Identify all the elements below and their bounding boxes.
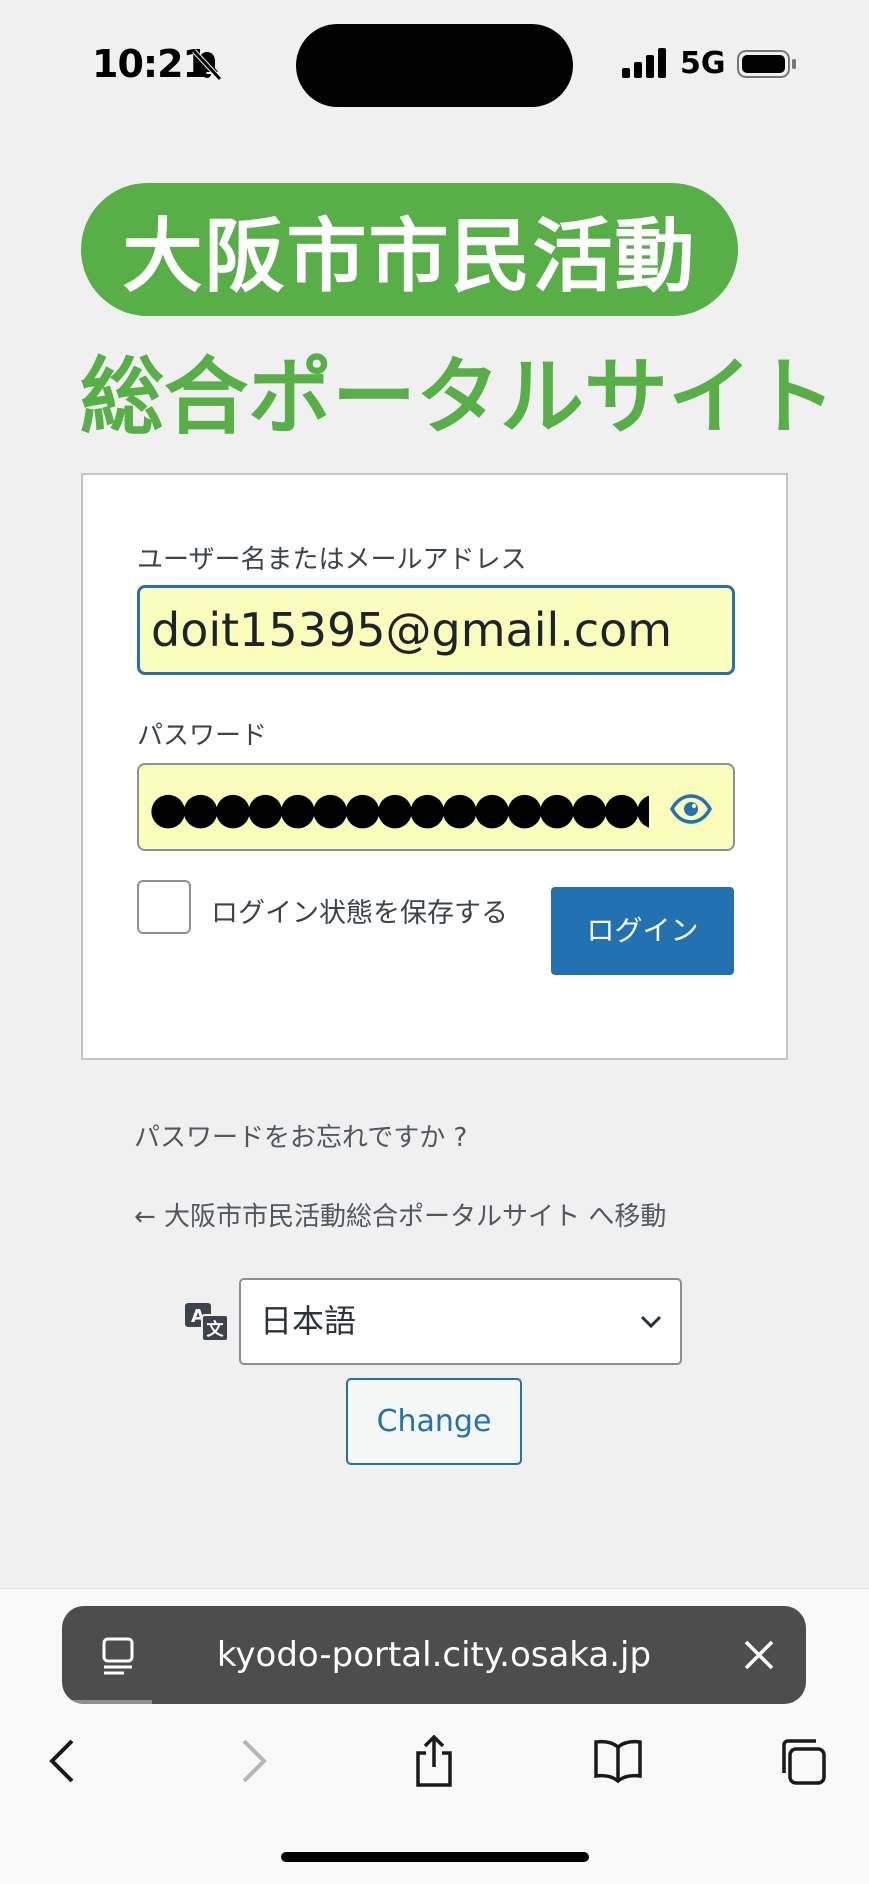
bookmarks-icon[interactable] — [592, 1735, 644, 1787]
username-label: ユーザー名またはメールアドレス — [137, 545, 527, 575]
lost-password-link[interactable]: パスワードをお忘れですか ? — [134, 1117, 467, 1154]
browser-toolbar: kyodo-portal.city.osaka.jp — [0, 1588, 869, 1884]
logo-subtitle: 総合ポータルサイト — [80, 348, 837, 446]
svg-text:文: 文 — [207, 1319, 225, 1340]
network-type: 5G — [680, 46, 726, 81]
language-select[interactable]: 日本語 — [239, 1278, 682, 1365]
language-selected: 日本語 — [260, 1302, 357, 1340]
close-icon[interactable] — [742, 1638, 776, 1672]
change-language-button[interactable]: Change — [346, 1378, 522, 1465]
login-button[interactable]: ログイン — [551, 887, 734, 975]
battery-icon — [737, 50, 796, 78]
url-text: kyodo-portal.city.osaka.jp — [216, 1635, 652, 1675]
login-form: ユーザー名またはメールアドレス doit15395@gmail.com パスワー… — [81, 473, 788, 1060]
remember-me-checkbox[interactable] — [137, 880, 191, 934]
tabs-icon[interactable] — [776, 1735, 828, 1787]
forward-icon[interactable] — [226, 1735, 278, 1787]
silent-bell-icon — [192, 49, 222, 81]
share-icon[interactable] — [408, 1735, 460, 1787]
password-label: パスワード — [137, 721, 268, 751]
password-field[interactable]: ●●●●●●●●●●●●●●●●● — [137, 763, 735, 851]
username-field[interactable]: doit15395@gmail.com — [137, 585, 735, 675]
status-bar: 10:21 5G — [0, 0, 869, 130]
back-to-site-link[interactable]: ← 大阪市市民活動総合ポータルサイト へ移動 — [134, 1196, 666, 1233]
address-bar[interactable]: kyodo-portal.city.osaka.jp — [62, 1606, 806, 1704]
load-progress — [62, 1700, 152, 1704]
back-icon[interactable] — [38, 1735, 90, 1787]
remember-me-label: ログイン状態を保存する — [211, 898, 508, 929]
site-logo[interactable]: 大阪市市民活動 — [81, 183, 738, 316]
chevron-down-icon — [640, 1315, 662, 1329]
show-password-icon[interactable] — [669, 787, 713, 831]
home-indicator — [281, 1852, 589, 1862]
translation-icon: A 文 — [185, 1303, 229, 1342]
cellular-signal-icon — [622, 48, 666, 78]
dynamic-island — [296, 24, 573, 107]
logo-title: 大阪市市民活動 — [122, 209, 697, 303]
password-mask: ●●●●●●●●●●●●●●●●● — [149, 785, 649, 833]
